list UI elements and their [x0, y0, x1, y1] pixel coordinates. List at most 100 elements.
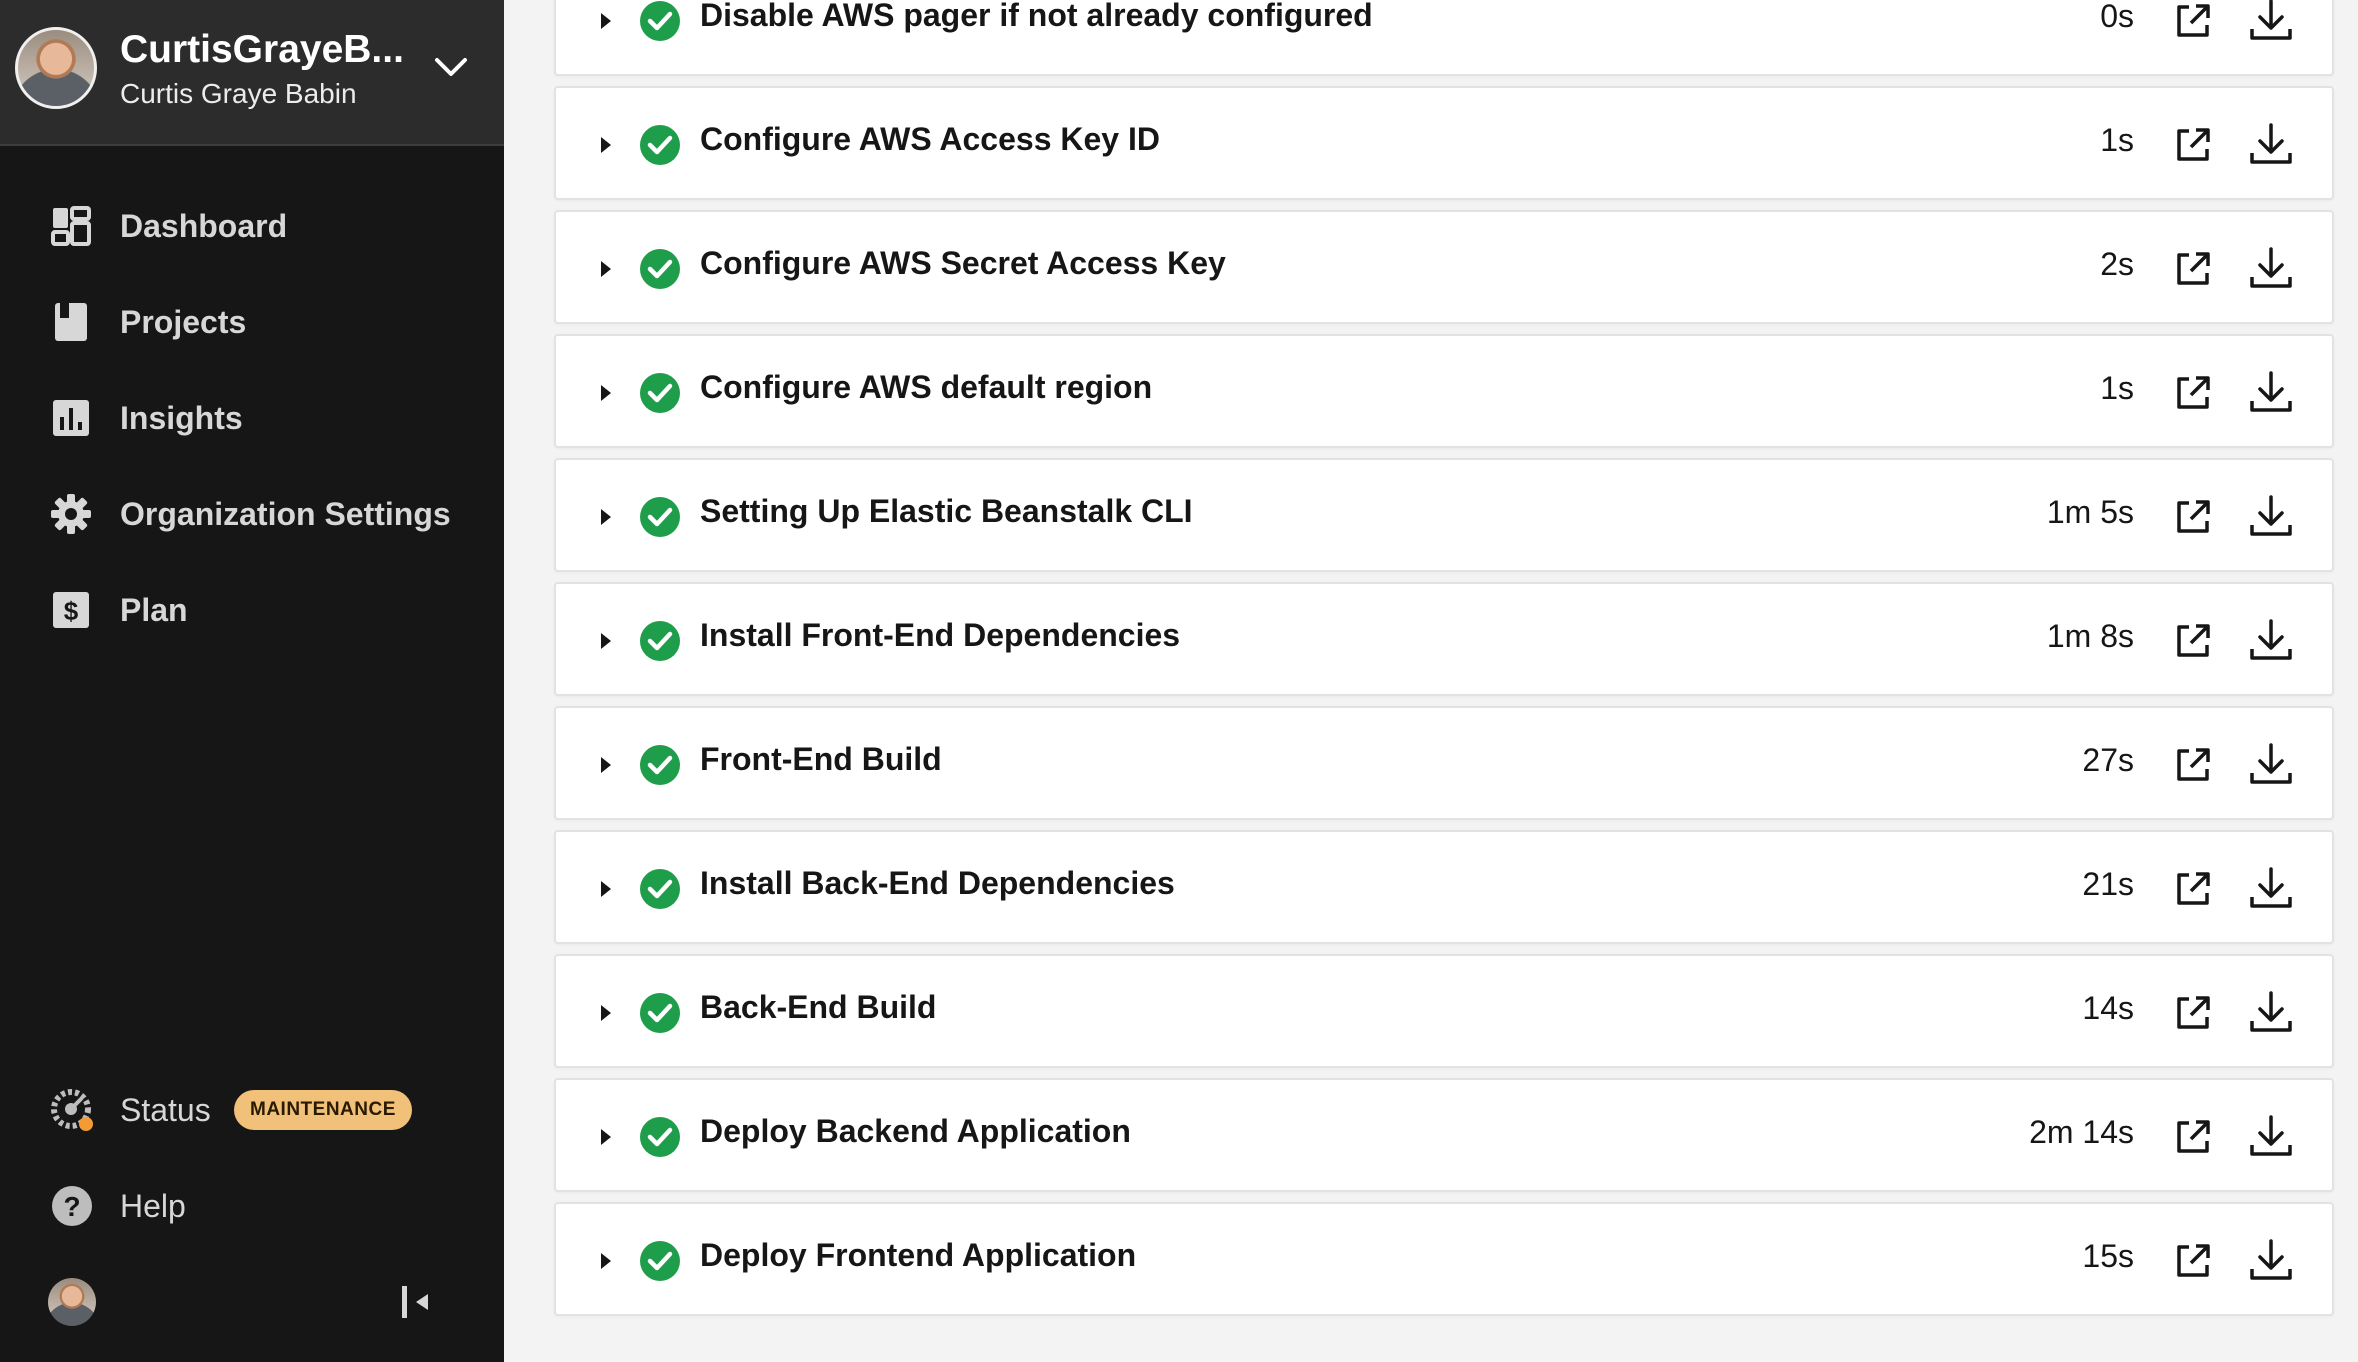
step-duration: 1m 5s: [2046, 494, 2134, 530]
step-title: Setting Up Elastic Beanstalk CLI: [700, 493, 1193, 529]
status-badge: MAINTENANCE: [234, 1090, 412, 1130]
org-name: CurtisGrayeB...: [120, 28, 404, 71]
open-in-new-icon[interactable]: [2175, 1243, 2211, 1279]
open-in-new-icon[interactable]: [2175, 499, 2211, 535]
dollar-icon: $: [53, 592, 89, 628]
step-row[interactable]: Disable AWS pager if not already configu…: [554, 0, 2334, 76]
caret-right-icon[interactable]: [598, 878, 614, 900]
collapse-sidebar-icon[interactable]: [398, 1282, 434, 1322]
sidebar-item-label: Projects: [120, 303, 247, 340]
org-switcher[interactable]: CurtisGrayeB... Curtis Graye Babin: [0, 0, 504, 146]
download-icon[interactable]: [2249, 618, 2293, 662]
open-in-new-icon[interactable]: [2175, 251, 2211, 287]
sidebar-item-label: Plan: [120, 591, 188, 628]
step-title: Install Front-End Dependencies: [700, 617, 1181, 653]
step-row[interactable]: Configure AWS Secret Access Key 2s: [554, 210, 2334, 324]
step-title: Configure AWS Secret Access Key: [700, 245, 1226, 281]
success-check-icon: [640, 869, 680, 909]
download-icon[interactable]: [2249, 866, 2293, 910]
step-row[interactable]: Back-End Build 14s: [554, 954, 2334, 1068]
sidebar-item-label: Insights: [120, 399, 243, 436]
sidebar-item-status[interactable]: Status MAINTENANCE: [0, 1062, 504, 1158]
success-check-icon: [640, 745, 680, 785]
step-row[interactable]: Install Front-End Dependencies 1m 8s: [554, 582, 2334, 696]
open-in-new-icon[interactable]: [2175, 375, 2211, 411]
caret-right-icon[interactable]: [598, 10, 614, 32]
sidebar-item-projects[interactable]: Projects: [0, 274, 504, 370]
caret-right-icon[interactable]: [598, 1250, 614, 1272]
caret-right-icon[interactable]: [598, 134, 614, 156]
success-check-icon: [640, 1117, 680, 1157]
sidebar-nav: Dashboard Projects Insights Organization…: [0, 178, 504, 658]
step-duration: 15s: [2082, 1238, 2134, 1274]
open-in-new-icon[interactable]: [2175, 1119, 2211, 1155]
step-duration: 2m 14s: [2029, 1114, 2134, 1150]
download-icon[interactable]: [2249, 246, 2293, 290]
sidebar-item-dashboard[interactable]: Dashboard: [0, 178, 504, 274]
step-title: Front-End Build: [700, 741, 942, 777]
caret-right-icon[interactable]: [598, 258, 614, 280]
open-in-new-icon[interactable]: [2175, 623, 2211, 659]
download-icon[interactable]: [2249, 742, 2293, 786]
sidebar-item-label: Status: [120, 1091, 211, 1128]
open-in-new-icon[interactable]: [2175, 995, 2211, 1031]
download-icon[interactable]: [2249, 1238, 2293, 1282]
step-row[interactable]: Front-End Build 27s: [554, 706, 2334, 820]
sidebar-item-insights[interactable]: Insights: [0, 370, 504, 466]
org-user-name: Curtis Graye Babin: [120, 78, 357, 109]
step-duration: 0s: [2100, 0, 2134, 34]
step-row[interactable]: Configure AWS default region 1s: [554, 334, 2334, 448]
sidebar-item-label: Organization Settings: [120, 495, 451, 532]
open-in-new-icon[interactable]: [2175, 3, 2211, 39]
step-row[interactable]: Install Back-End Dependencies 21s: [554, 830, 2334, 944]
open-in-new-icon[interactable]: [2175, 747, 2211, 783]
sidebar-item-organization-settings[interactable]: Organization Settings: [0, 466, 504, 562]
step-duration: 2s: [2100, 246, 2134, 282]
status-gauge-icon: [51, 1089, 93, 1131]
step-duration: 1s: [2100, 370, 2134, 406]
book-icon: [55, 303, 87, 341]
sidebar-item-label: Help: [120, 1187, 186, 1224]
caret-right-icon[interactable]: [598, 382, 614, 404]
step-title: Deploy Backend Application: [700, 1113, 1131, 1149]
caret-right-icon[interactable]: [598, 506, 614, 528]
download-icon[interactable]: [2249, 494, 2293, 538]
download-icon[interactable]: [2249, 990, 2293, 1034]
step-row[interactable]: Deploy Frontend Application 15s: [554, 1202, 2334, 1316]
step-row[interactable]: Setting Up Elastic Beanstalk CLI 1m 5s: [554, 458, 2334, 572]
caret-right-icon[interactable]: [598, 630, 614, 652]
step-title: Disable AWS pager if not already configu…: [700, 0, 1373, 33]
sidebar-item-label: Dashboard: [120, 207, 288, 244]
sidebar-item-plan[interactable]: $ Plan: [0, 562, 504, 658]
step-duration: 27s: [2082, 742, 2134, 778]
caret-right-icon[interactable]: [598, 1126, 614, 1148]
sidebar-bottom: Status MAINTENANCE ? Help: [0, 1062, 504, 1254]
step-title: Install Back-End Dependencies: [700, 865, 1175, 901]
success-check-icon: [640, 373, 680, 413]
step-title: Back-End Build: [700, 989, 937, 1025]
open-in-new-icon[interactable]: [2175, 871, 2211, 907]
step-row[interactable]: Deploy Backend Application 2m 14s: [554, 1078, 2334, 1192]
success-check-icon: [640, 125, 680, 165]
step-row[interactable]: Configure AWS Access Key ID 1s: [554, 86, 2334, 200]
step-title: Deploy Frontend Application: [700, 1237, 1137, 1273]
user-avatar[interactable]: [48, 1278, 96, 1326]
sidebar-item-help[interactable]: ? Help: [0, 1158, 504, 1254]
step-list: Disable AWS pager if not already configu…: [504, 0, 2358, 1362]
success-check-icon: [640, 621, 680, 661]
step-duration: 21s: [2082, 866, 2134, 902]
open-in-new-icon[interactable]: [2175, 127, 2211, 163]
caret-right-icon[interactable]: [598, 754, 614, 776]
help-icon: ?: [52, 1186, 92, 1226]
download-icon[interactable]: [2249, 1114, 2293, 1158]
chevron-down-icon[interactable]: [432, 52, 470, 82]
success-check-icon: [640, 1241, 680, 1281]
caret-right-icon[interactable]: [598, 1002, 614, 1024]
download-icon[interactable]: [2249, 370, 2293, 414]
gear-icon: [51, 494, 91, 534]
download-icon[interactable]: [2249, 122, 2293, 166]
step-title: Configure AWS default region: [700, 369, 1153, 405]
download-icon[interactable]: [2249, 0, 2293, 42]
step-title: Configure AWS Access Key ID: [700, 121, 1160, 157]
success-check-icon: [640, 1, 680, 41]
